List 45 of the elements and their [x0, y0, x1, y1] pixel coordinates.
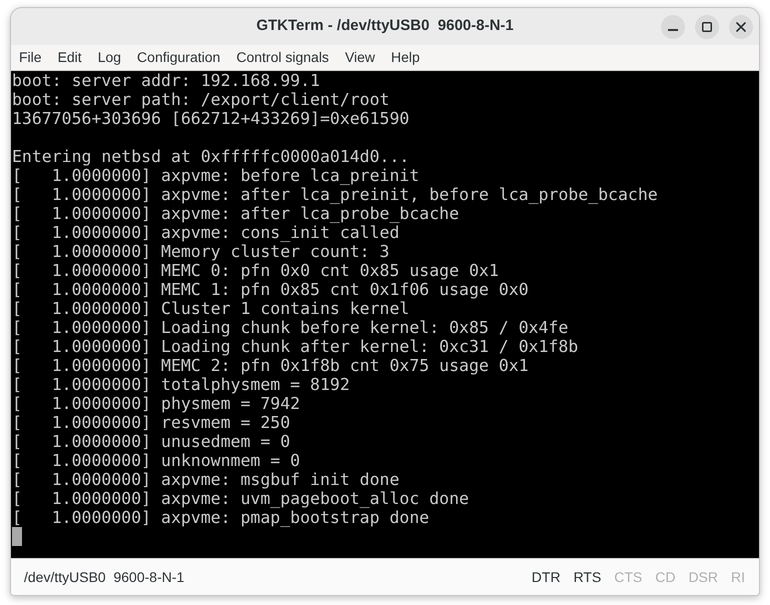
- terminal-line: [ 1.0000000] Loading chunk before kernel: 0x85 / 0x4fe: [12, 318, 568, 337]
- close-button[interactable]: [729, 14, 753, 38]
- port-settings-label: /dev/ttyUSB0 9600-8-N-1: [24, 568, 184, 587]
- terminal-line: [ 1.0000000] Loading chunk after kernel: 0xc31 / 0x1f8b: [12, 337, 578, 356]
- menu-item[interactable]: Edit: [50, 44, 90, 70]
- terminal-line: [ 1.0000000] Cluster 1 contains kernel: [12, 299, 410, 318]
- terminal-line: [ 1.0000000] MEMC 2: pfn 0x1f8b cnt 0x75 usage 0x1: [12, 356, 529, 375]
- menu-item[interactable]: View: [336, 44, 384, 70]
- signal-indicator: CTS: [614, 568, 642, 586]
- terminal-line: [ 1.0000000] unusedmem = 0: [12, 432, 290, 451]
- signal-indicator: DTR: [532, 568, 560, 586]
- maximize-icon: [702, 22, 712, 32]
- menu-item[interactable]: Log: [90, 44, 130, 70]
- signal-indicator: CD: [655, 568, 676, 586]
- minimize-icon: [668, 28, 678, 30]
- terminal-line: [ 1.0000000] axpvme: pmap_bootstrap done: [12, 508, 430, 527]
- terminal-line: 13677056+303696 [662712+433269]=0xe61590: [12, 109, 410, 128]
- terminal-line: [ 1.0000000] totalphysmem = 8192: [12, 375, 350, 394]
- terminal-line: [ 1.0000000] axpvme: uvm_pageboot_alloc done: [12, 489, 469, 508]
- terminal-line: [ 1.0000000] axpvme: after lca_preinit, before lca_probe_bcache: [12, 185, 658, 204]
- menu-item[interactable]: Control signals: [228, 44, 337, 70]
- window-title: GTKTerm - /dev/ttyUSB0 9600-8-N-1: [256, 16, 514, 36]
- terminal-line: boot: server path: /export/client/root: [12, 90, 390, 109]
- signal-indicator: DSR: [688, 568, 718, 586]
- terminal-line: [ 1.0000000] axpvme: cons_init called: [12, 223, 400, 242]
- terminal-line: [ 1.0000000] axpvme: before lca_preinit: [12, 166, 420, 185]
- terminal-line: [ 1.0000000] axpvme: msgbuf init done: [12, 470, 400, 489]
- terminal-line: [ 1.0000000] axpvme: after lca_probe_bcache: [12, 204, 460, 223]
- menu-item[interactable]: Configuration: [129, 44, 228, 70]
- terminal-line: Entering netbsd at 0xfffffc0000a014d0...: [12, 147, 410, 166]
- terminal-line: [ 1.0000000] Memory cluster count: 3: [12, 242, 390, 261]
- maximize-button[interactable]: [695, 14, 719, 38]
- terminal-line: [ 1.0000000] physmem = 7942: [12, 394, 300, 413]
- close-icon: [736, 22, 746, 32]
- text-cursor: [12, 527, 22, 546]
- terminal-line: boot: server addr: 192.168.99.1: [12, 71, 320, 90]
- menu-item[interactable]: File: [11, 44, 50, 70]
- signal-indicator: RI: [731, 568, 745, 586]
- terminal-line: [ 1.0000000] resvmem = 250: [12, 413, 290, 432]
- menu-item[interactable]: Help: [383, 44, 428, 70]
- terminal-line: [ 1.0000000] MEMC 1: pfn 0x85 cnt 0x1f06 usage 0x0: [12, 280, 529, 299]
- signal-indicator: RTS: [573, 568, 602, 586]
- terminal-line: [ 1.0000000] unknownmem = 0: [12, 451, 300, 470]
- minimize-button[interactable]: [661, 14, 685, 38]
- terminal-line: [ 1.0000000] MEMC 0: pfn 0x0 cnt 0x85 usage 0x1: [12, 261, 499, 280]
